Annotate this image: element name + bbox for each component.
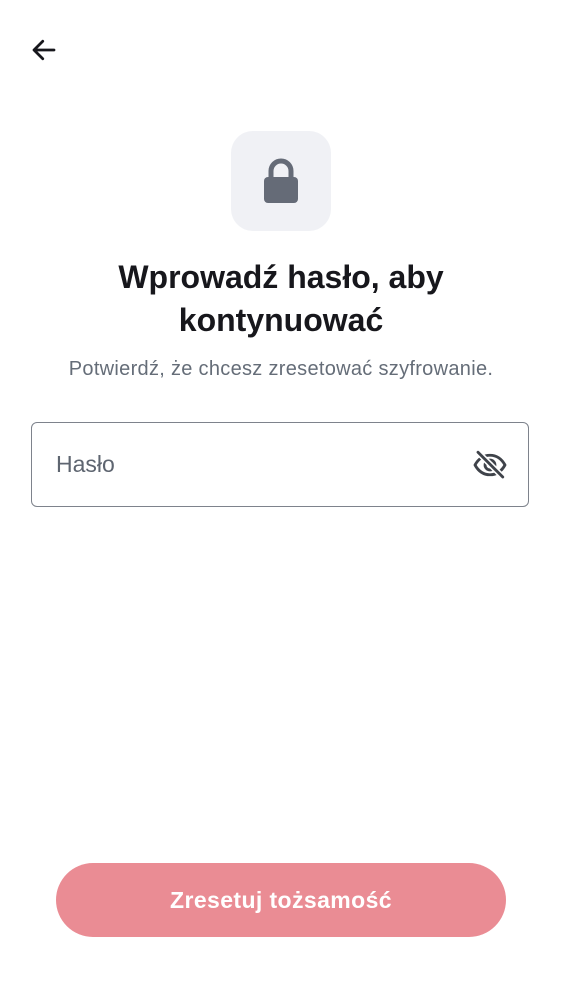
lock-tile xyxy=(231,131,331,231)
toggle-password-visibility-button[interactable] xyxy=(462,437,518,493)
back-button[interactable] xyxy=(24,30,64,70)
page-subtitle: Potwierdź, że chcesz zresetować szyfrowa… xyxy=(68,358,494,380)
eye-off-icon xyxy=(473,448,507,480)
password-input[interactable] xyxy=(32,423,462,506)
arrow-left-icon xyxy=(32,39,56,61)
page-title: Wprowadź hasło, aby kontynuować xyxy=(118,259,444,338)
password-field[interactable] xyxy=(31,422,529,507)
reset-identity-button[interactable]: Zresetuj tożsamość xyxy=(56,863,506,937)
lock-icon xyxy=(264,158,298,203)
enter-password-screen: Wprowadź hasło, aby kontynuować Potwierd… xyxy=(0,0,562,1000)
